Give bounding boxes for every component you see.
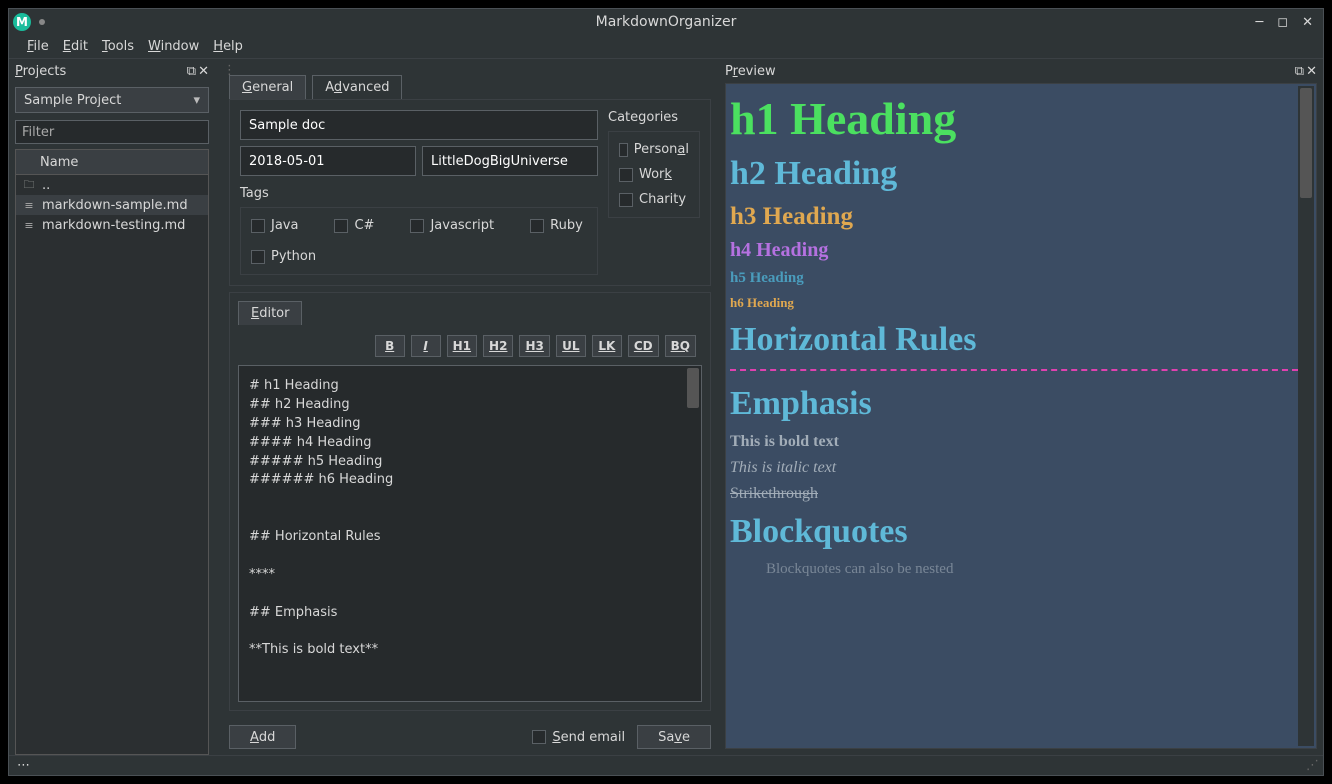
tab-editor[interactable]: Editor <box>238 301 302 325</box>
preview-scrollbar[interactable] <box>1298 86 1314 746</box>
btn-code[interactable]: CD <box>628 335 659 357</box>
tab-general[interactable]: General <box>229 75 306 99</box>
pv-h5: h5 Heading <box>730 270 1298 287</box>
close-panel-icon[interactable]: ✕ <box>1306 64 1317 79</box>
btn-h3[interactable]: H3 <box>519 335 549 357</box>
title-input[interactable]: Sample doc <box>240 110 598 140</box>
pv-blockquotes: Blockquotes <box>730 513 1298 551</box>
detach-icon[interactable]: ⧉ <box>1295 64 1304 79</box>
pv-h3: h3 Heading <box>730 203 1298 231</box>
file-up[interactable]: 🗀.. <box>16 175 208 195</box>
cat-charity[interactable]: Charity <box>619 192 689 207</box>
file-list: 🗀.. ≡markdown-sample.md ≡markdown-testin… <box>15 175 209 755</box>
pv-hrule <box>730 369 1298 371</box>
status-icon: ⋯ <box>17 758 30 773</box>
pv-h6: h6 Heading <box>730 295 1298 311</box>
project-select[interactable]: Sample Project <box>15 87 209 113</box>
statusbar: ⋯ ⋰ <box>9 755 1323 775</box>
editor-textarea[interactable]: # h1 Heading ## h2 Heading ### h3 Headin… <box>238 365 702 702</box>
resize-grip-icon[interactable]: ⋰ <box>1306 758 1319 773</box>
filter-input[interactable]: Filter <box>15 120 209 144</box>
pv-h1: h1 Heading <box>730 92 1298 145</box>
btn-h1[interactable]: H1 <box>447 335 477 357</box>
detach-icon[interactable]: ⧉ <box>187 64 196 79</box>
modified-dot-icon <box>39 19 45 25</box>
splitter-handle[interactable]: ⋮ <box>221 65 719 75</box>
window-title: MarkdownOrganizer <box>9 14 1323 30</box>
categories-label: Categories <box>608 110 700 125</box>
center-panel: ⋮ General Advanced Sample doc 2018-05-01… <box>215 59 719 755</box>
file-icon: ≡ <box>22 199 36 212</box>
author-input[interactable]: LittleDogBigUniverse <box>422 146 598 176</box>
file-icon: ≡ <box>22 219 36 232</box>
meta-box: Sample doc 2018-05-01 LittleDogBigUniver… <box>229 99 711 286</box>
btn-h2[interactable]: H2 <box>483 335 513 357</box>
tab-advanced[interactable]: Advanced <box>312 75 402 99</box>
btn-blockquote[interactable]: BQ <box>665 335 696 357</box>
cat-personal[interactable]: Personal <box>619 142 689 157</box>
pv-hr: Horizontal Rules <box>730 321 1298 359</box>
menu-file[interactable]: File <box>27 39 49 54</box>
btn-bold[interactable]: B <box>375 335 405 357</box>
file-row[interactable]: ≡markdown-sample.md <box>16 195 208 215</box>
tag-python[interactable]: Python <box>251 249 316 264</box>
pv-h2: h2 Heading <box>730 155 1298 193</box>
date-input[interactable]: 2018-05-01 <box>240 146 416 176</box>
tag-csharp[interactable]: C# <box>334 218 374 233</box>
cat-work[interactable]: Work <box>619 167 689 182</box>
save-button[interactable]: Save <box>637 725 711 749</box>
btn-link[interactable]: LK <box>592 335 622 357</box>
titlebar: M MarkdownOrganizer ─ ◻ ✕ <box>9 9 1323 35</box>
categories-box: Personal Work Charity <box>608 131 700 218</box>
close-panel-icon[interactable]: ✕ <box>198 64 209 79</box>
menu-edit[interactable]: Edit <box>63 39 88 54</box>
projects-header: Projects <box>15 64 66 79</box>
file-column-name[interactable]: Name <box>15 149 209 175</box>
btn-italic[interactable]: I <box>411 335 441 357</box>
tags-label: Tags <box>240 186 598 201</box>
tag-javascript[interactable]: Javascript <box>410 218 494 233</box>
projects-panel: Projects ⧉ ✕ Sample Project Filter Name … <box>9 59 215 755</box>
menu-tools[interactable]: Tools <box>102 39 134 54</box>
preview-body[interactable]: h1 Heading h2 Heading h3 Heading h4 Head… <box>725 83 1317 749</box>
editor-scrollbar[interactable] <box>687 368 699 408</box>
minimize-icon[interactable]: ─ <box>1255 15 1263 30</box>
preview-panel: Preview ⧉ ✕ h1 Heading h2 Heading h3 Hea… <box>719 59 1323 755</box>
tag-ruby[interactable]: Ruby <box>530 218 583 233</box>
btn-ul[interactable]: UL <box>556 335 586 357</box>
tags-box: Java C# Javascript Ruby Python <box>240 207 598 275</box>
pv-strike-text: Strikethrough <box>730 485 1298 503</box>
pv-emphasis: Emphasis <box>730 385 1298 423</box>
close-icon[interactable]: ✕ <box>1302 15 1313 30</box>
file-row[interactable]: ≡markdown-testing.md <box>16 215 208 235</box>
menu-window[interactable]: Window <box>148 39 199 54</box>
add-button[interactable]: Add <box>229 725 296 749</box>
editor-section: Editor B I H1 H2 H3 UL LK CD BQ # h1 Hea… <box>229 292 711 711</box>
pv-h4: h4 Heading <box>730 239 1298 262</box>
editor-toolbar: B I H1 H2 H3 UL LK CD BQ <box>238 331 702 365</box>
maximize-icon[interactable]: ◻ <box>1277 15 1288 30</box>
app-window: M MarkdownOrganizer ─ ◻ ✕ File Edit Tool… <box>8 8 1324 776</box>
app-icon: M <box>13 13 31 31</box>
pv-bq-text: Blockquotes can also be nested <box>766 561 1298 578</box>
pv-italic-text: This is italic text <box>730 459 1298 477</box>
menubar: File Edit Tools Window Help <box>9 35 1323 59</box>
preview-header: Preview <box>725 64 776 79</box>
send-email-checkbox[interactable]: Send email <box>532 730 625 745</box>
menu-help[interactable]: Help <box>213 39 243 54</box>
folder-icon: 🗀 <box>22 176 36 195</box>
tag-java[interactable]: Java <box>251 218 298 233</box>
pv-bold-text: This is bold text <box>730 433 1298 451</box>
